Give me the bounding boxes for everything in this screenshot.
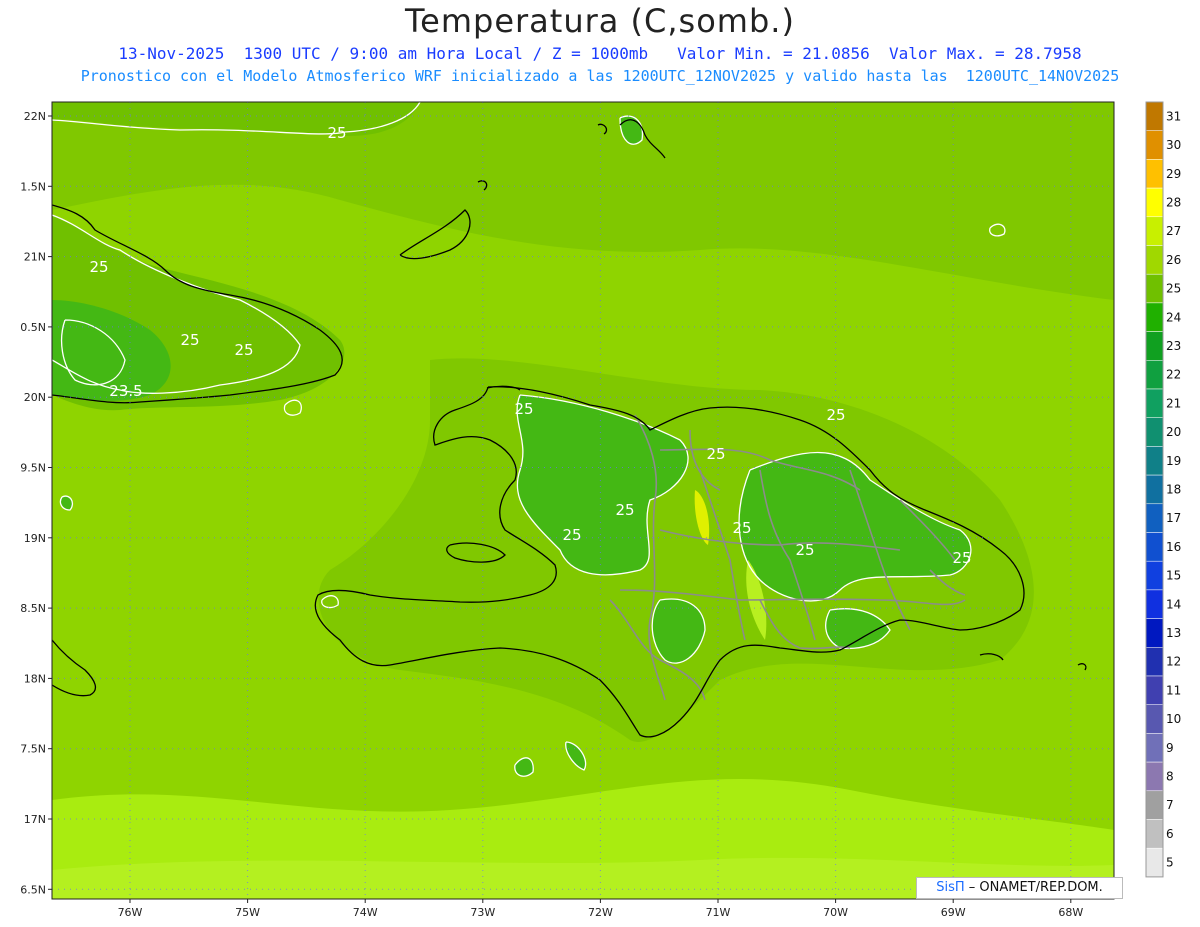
colorbar-label: 27	[1166, 224, 1181, 238]
lat-label: 1.5N	[20, 180, 46, 193]
colorbar-label: 30	[1166, 138, 1181, 152]
colorbar-swatch	[1145, 273, 1164, 304]
contour-label: 25	[706, 445, 725, 463]
colorbar-label: 13	[1166, 626, 1181, 640]
colorbar-label: 16	[1166, 540, 1181, 554]
colorbar-label: 12	[1166, 655, 1181, 669]
colorbar-label: 18	[1166, 482, 1181, 496]
temperature-map: 22N 1.5N 21N 0.5N 20N 9.5N 19N 8.5N 18N 7.5N 17N 6.…	[20, 101, 1181, 919]
contour-label: 25	[826, 406, 845, 424]
colorbar-swatch	[1145, 331, 1164, 361]
latitude-labels: 22N 1.5N 21N 0.5N 20N 9.5N 19N 8.5N 18N 7.5N 17N 6.…	[20, 110, 52, 896]
lat-label: 7.5N	[20, 743, 46, 756]
lat-label: 0.5N	[20, 321, 46, 334]
colorbar-swatch	[1145, 647, 1164, 677]
colorbar: 31 30 29 28 27 26 25 24 23 22 21 20 19 18 17 16 15 14 13 12…	[1145, 101, 1181, 878]
colorbar-swatch	[1145, 159, 1164, 189]
colorbar-swatch	[1145, 446, 1164, 476]
contour-label: 25	[327, 124, 346, 142]
colorbar-label: 11	[1166, 683, 1181, 697]
colorbar-swatch	[1145, 761, 1164, 792]
lon-label: 68W	[1058, 906, 1083, 919]
contour-label: 25	[234, 341, 253, 359]
colorbar-swatch	[1145, 733, 1164, 763]
contour-label: 25	[180, 331, 199, 349]
colorbar-label: 26	[1166, 253, 1181, 267]
colorbar-swatch	[1145, 675, 1164, 705]
lon-label: 69W	[941, 906, 966, 919]
colorbar-label: 21	[1166, 396, 1181, 410]
colorbar-swatch	[1145, 560, 1164, 591]
colorbar-swatch	[1145, 130, 1164, 160]
colorbar-label: 28	[1166, 195, 1181, 209]
colorbar-label: 25	[1166, 282, 1181, 296]
lon-label: 75W	[235, 906, 260, 919]
colorbar-label: 5	[1166, 856, 1174, 870]
colorbar-swatch	[1145, 302, 1164, 332]
colorbar-swatch	[1145, 819, 1164, 849]
lon-label: 76W	[118, 906, 143, 919]
colorbar-label: 8	[1166, 769, 1174, 783]
coast-cuba-tip	[52, 209, 53, 210]
colorbar-swatch	[1145, 245, 1164, 275]
lon-label: 74W	[353, 906, 378, 919]
lat-label: 17N	[24, 813, 46, 826]
colorbar-label: 24	[1166, 310, 1181, 324]
colorbar-label: 19	[1166, 454, 1181, 468]
colorbar-swatch	[1145, 216, 1164, 246]
colorbar-swatch	[1145, 790, 1164, 820]
colorbar-label: 15	[1166, 569, 1181, 583]
credit-text: – ONAMET/REP.DOM.	[968, 880, 1103, 895]
lon-label: 72W	[588, 906, 613, 919]
credit-box: SisΠ – ONAMET/REP.DOM.	[916, 877, 1123, 899]
lon-label: 73W	[470, 906, 495, 919]
lat-label: 8.5N	[20, 602, 46, 615]
lon-label: 70W	[823, 906, 848, 919]
colorbar-swatch	[1145, 417, 1164, 447]
colorbar-swatch	[1145, 388, 1164, 418]
colorbar-label: 7	[1166, 798, 1174, 812]
colorbar-swatch	[1145, 847, 1164, 878]
contour-label: 25	[732, 519, 751, 537]
lat-label: 9.5N	[20, 462, 46, 475]
colorbar-label: 31	[1166, 109, 1181, 123]
lat-label: 21N	[24, 251, 46, 264]
colorbar-swatch	[1145, 187, 1164, 218]
contour-label: 25	[514, 400, 533, 418]
contour-label: 25	[615, 501, 634, 519]
colorbar-label: 29	[1166, 167, 1181, 181]
colorbar-swatch	[1145, 618, 1164, 648]
colorbar-swatch	[1145, 503, 1164, 533]
colorbar-label: 17	[1166, 511, 1181, 525]
coast-jamaica-tip	[52, 641, 53, 642]
colorbar-label: 6	[1166, 827, 1174, 841]
credit-brand: SisΠ	[936, 880, 965, 895]
contour-label: 25	[562, 526, 581, 544]
lat-label: 22N	[24, 110, 46, 123]
colorbar-label: 22	[1166, 368, 1181, 382]
colorbar-label: 9	[1166, 741, 1174, 755]
lat-label: 6.5N	[20, 883, 46, 896]
colorbar-label: 14	[1166, 597, 1181, 611]
contour-label: 25	[952, 549, 971, 567]
colorbar-swatch	[1145, 589, 1164, 619]
colorbar-swatch	[1145, 704, 1164, 734]
colorbar-swatch	[1145, 474, 1164, 505]
longitude-labels: 76W 75W 74W 73W 72W 71W 70W 69W 68W	[118, 899, 1083, 919]
contour-label: 23.5	[109, 382, 142, 400]
lat-label: 18N	[24, 672, 46, 685]
colorbar-swatch	[1145, 360, 1164, 390]
lon-label: 71W	[706, 906, 731, 919]
colorbar-label: 20	[1166, 425, 1181, 439]
colorbar-label: 10	[1166, 712, 1181, 726]
colorbar-swatch	[1145, 532, 1164, 562]
contour-label: 25	[795, 541, 814, 559]
contour-label: 25	[89, 258, 108, 276]
lat-label: 20N	[24, 391, 46, 404]
colorbar-swatch	[1145, 101, 1164, 131]
lat-label: 19N	[24, 532, 46, 545]
colorbar-label: 23	[1166, 339, 1181, 353]
